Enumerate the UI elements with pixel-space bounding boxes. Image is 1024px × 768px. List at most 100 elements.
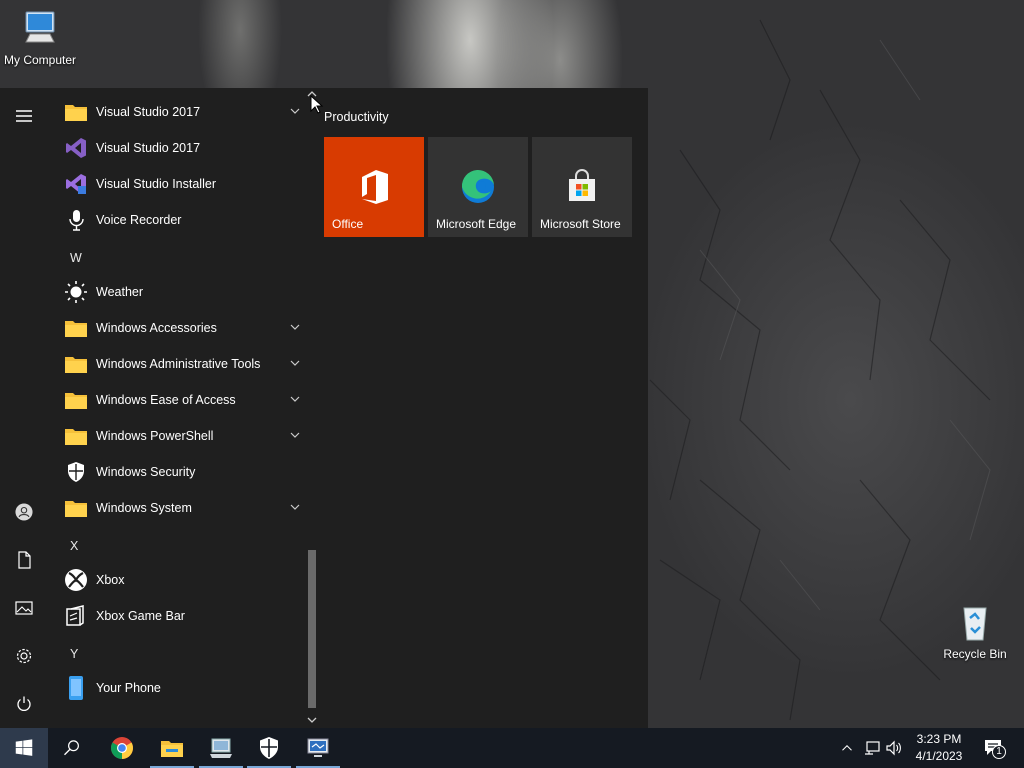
network-tray-button[interactable] [861, 728, 883, 768]
app-item-label: Windows Security [96, 465, 196, 479]
search-button[interactable] [48, 728, 96, 768]
mouse-cursor-icon [310, 95, 324, 114]
taskbar: 3:23 PM 4/1/2023 1 [0, 728, 1024, 768]
app-item-windows-security[interactable]: Windows Security [48, 454, 306, 490]
tile-label: Office [332, 217, 364, 231]
folder-icon [62, 494, 90, 522]
app-item-label: Windows System [96, 501, 192, 515]
app-item-label: Windows PowerShell [96, 429, 214, 443]
folder-icon [62, 386, 90, 414]
app-item-windows-system[interactable]: Windows System [48, 490, 306, 526]
store-icon [569, 169, 595, 201]
user-icon [15, 503, 33, 521]
vs-installer-icon [62, 170, 90, 198]
app-item-windows-administrative-tools[interactable]: Windows Administrative Tools [48, 346, 306, 382]
volume-tray-button[interactable] [884, 728, 904, 768]
letter-header-x[interactable]: X [70, 539, 78, 553]
network-icon [865, 741, 880, 755]
edge-icon [461, 169, 494, 203]
power-icon [17, 696, 31, 711]
folder-icon [62, 422, 90, 450]
chrome-icon [111, 737, 133, 759]
taskbar-clock[interactable]: 3:23 PM 4/1/2023 [902, 731, 976, 765]
desktop-icon-my-computer[interactable]: My Computer [0, 8, 80, 67]
app-item-xbox-game-bar[interactable]: Xbox Game Bar [48, 598, 306, 634]
start-rail [0, 88, 48, 728]
show-hidden-icons-button[interactable] [838, 728, 856, 768]
volume-icon [886, 740, 901, 756]
app-item-windows-accessories[interactable]: Windows Accessories [48, 310, 306, 346]
app-item-windows-powershell[interactable]: Windows PowerShell [48, 418, 306, 454]
chevron-down-icon[interactable] [290, 322, 300, 332]
tile-group-title[interactable]: Productivity [324, 110, 389, 124]
desktop-icon-label: My Computer [3, 53, 77, 67]
chevron-up-icon [842, 745, 852, 751]
notification-count-badge: 1 [992, 745, 1006, 759]
app-item-weather[interactable]: Weather [48, 274, 306, 310]
folder-icon [62, 350, 90, 378]
tile-label: Microsoft Store [540, 217, 621, 231]
tile-microsoft-edge[interactable]: Microsoft Edge [428, 137, 528, 237]
office-icon [362, 170, 388, 204]
xbox-icon [62, 566, 90, 594]
search-icon [64, 740, 79, 756]
app-item-label: Voice Recorder [96, 213, 182, 227]
computer-icon [25, 11, 55, 43]
chevron-down-icon[interactable] [290, 430, 300, 440]
sun-icon [62, 278, 90, 306]
user-account-button[interactable] [0, 492, 48, 532]
desktop-icon-recycle-bin[interactable]: Recycle Bin [935, 602, 1015, 661]
app-item-visual-studio-installer[interactable]: Visual Studio Installer [48, 166, 306, 202]
power-button[interactable] [0, 684, 48, 724]
start-button[interactable] [0, 728, 48, 768]
action-center-button[interactable]: 1 [982, 728, 1006, 768]
app-item-your-phone[interactable]: Your Phone [48, 670, 306, 706]
clock-date: 4/1/2023 [915, 749, 963, 763]
app-item-label: Windows Administrative Tools [96, 357, 261, 371]
clock-time: 3:23 PM [916, 732, 962, 746]
microphone-icon [62, 206, 90, 234]
chevron-down-icon[interactable] [290, 358, 300, 368]
app-item-label: Windows Accessories [96, 321, 217, 335]
chevron-down-icon[interactable] [290, 106, 300, 116]
pictures-icon [15, 601, 33, 615]
tiles-area: Productivity Office Microsoft Edge Micro… [318, 88, 648, 728]
scroll-thumb[interactable] [308, 550, 316, 708]
tile-label: Microsoft Edge [436, 217, 517, 231]
taskbar-remote-desktop[interactable] [294, 728, 342, 768]
taskbar-file-explorer[interactable] [148, 728, 196, 768]
desktop-icon-label: Recycle Bin [943, 647, 1007, 661]
phone-icon [62, 674, 90, 702]
taskbar-windows-security[interactable] [245, 728, 293, 768]
app-list-scrollbar[interactable] [306, 88, 318, 728]
network-computer-icon [210, 738, 232, 758]
app-item-visual-studio-2017-folder[interactable]: Visual Studio 2017 [48, 94, 306, 130]
taskbar-network-computer[interactable] [197, 728, 245, 768]
app-item-visual-studio-2017[interactable]: Visual Studio 2017 [48, 130, 306, 166]
app-item-xbox[interactable]: Xbox [48, 562, 306, 598]
game-bar-icon [62, 602, 90, 630]
documents-button[interactable] [0, 540, 48, 580]
app-item-label: Xbox Game Bar [96, 609, 185, 623]
tile-microsoft-store[interactable]: Microsoft Store [532, 137, 632, 237]
pictures-button[interactable] [0, 588, 48, 628]
taskbar-chrome[interactable] [98, 728, 146, 768]
visual-studio-icon [62, 134, 90, 162]
start-menu: Visual Studio 2017 Visual Studio 2017 Vi… [0, 88, 648, 728]
letter-header-y[interactable]: Y [70, 647, 78, 661]
app-item-label: Xbox [96, 573, 125, 587]
chevron-down-icon[interactable] [290, 394, 300, 404]
settings-button[interactable] [0, 636, 48, 676]
scroll-down-arrow-icon[interactable] [307, 716, 317, 724]
menu-icon [16, 110, 32, 122]
folder-icon [62, 98, 90, 126]
app-item-label: Your Phone [96, 681, 161, 695]
app-item-voice-recorder[interactable]: Voice Recorder [48, 202, 306, 238]
menu-button[interactable] [0, 96, 48, 136]
chevron-down-icon[interactable] [290, 502, 300, 512]
tile-office[interactable]: Office [324, 137, 424, 237]
letter-header-w[interactable]: W [70, 251, 82, 265]
app-item-label: Visual Studio 2017 [96, 141, 201, 155]
remote-desktop-icon [307, 738, 329, 757]
app-item-windows-ease-of-access[interactable]: Windows Ease of Access [48, 382, 306, 418]
